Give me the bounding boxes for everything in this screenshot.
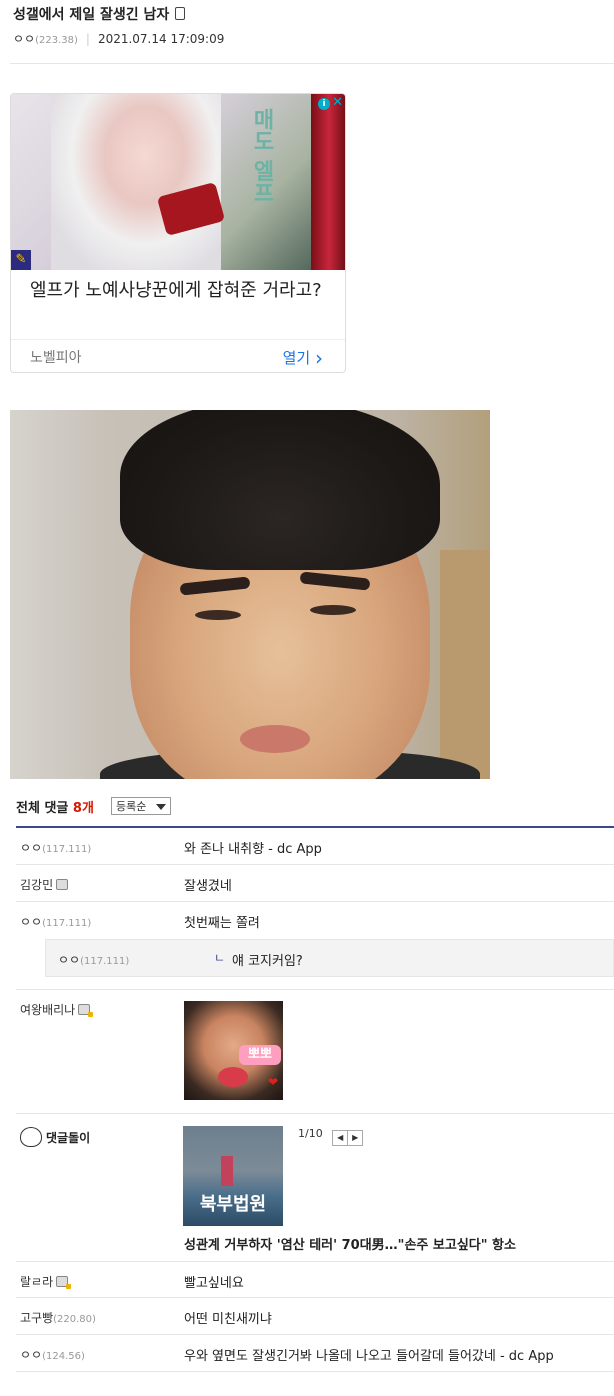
- post-datetime: 2021.07.14 17:09:09: [97, 32, 225, 46]
- comments-label: 전체 댓글: [16, 801, 69, 816]
- sticker-label: 뽀뽀: [239, 1045, 281, 1065]
- comment-bot: 댓글돌이: [20, 1127, 90, 1147]
- comment-text: 첫번째는 쫄려: [184, 916, 260, 931]
- bot-name: 댓글돌이: [46, 1131, 91, 1145]
- comment-nick[interactable]: 랄ㄹ라: [20, 1273, 72, 1290]
- pager-count: 1/10: [298, 1127, 323, 1140]
- news-image-text: 북부법원: [199, 1194, 267, 1215]
- nick-text: 김강민: [20, 878, 54, 892]
- news-image-logo: [221, 1156, 233, 1186]
- comment-row: 랄ㄹ라 빨고싶네요: [16, 1262, 614, 1298]
- ad-headline[interactable]: 엘프가 노예사냥꾼에게 잡혀준 거라고?: [30, 278, 330, 303]
- sticker-lips: [218, 1067, 248, 1087]
- comment-nick[interactable]: ㅇㅇ(117.111): [20, 913, 91, 930]
- ad-app-icon: ✎: [11, 250, 31, 270]
- news-pager: 1/10 ◀ ▶: [298, 1127, 364, 1146]
- info-icon[interactable]: i: [318, 98, 331, 110]
- nick-ip: (117.111): [42, 844, 92, 855]
- nick-text: ㅇㅇ: [20, 915, 43, 929]
- comment-nick[interactable]: 여왕배리나: [20, 1001, 94, 1018]
- comment-row: ㅇㅇ(124.56) 우와 옆면도 잘생긴거봐 나올데 나오고 들어갈데 들어갔…: [16, 1335, 614, 1372]
- comments-count: 8개: [72, 801, 94, 816]
- photo-mouth: [240, 725, 310, 753]
- comment-row: ㅇㅇ(117.111) 첫번째는 쫄려: [16, 902, 614, 938]
- photo-wall: [440, 550, 490, 779]
- ad-open-button[interactable]: 열기 ›: [283, 346, 323, 370]
- meta-divider: |: [85, 32, 90, 46]
- gallog-icon[interactable]: [56, 879, 69, 890]
- comment-row: 여왕배리나: [16, 990, 614, 1114]
- next-icon[interactable]: ▶: [347, 1130, 364, 1146]
- reply-row: ㅇㅇ(117.111) ㄴ 얘 코지커임?: [45, 939, 614, 977]
- post-title-text: 성갤에서 제일 잘생긴 남자: [13, 7, 170, 23]
- ad-ribbon-art: [311, 94, 345, 270]
- comment-row: 김강민 잘생겼네: [16, 865, 614, 902]
- nick-text: 랄ㄹ라: [20, 1275, 54, 1289]
- reply-nick[interactable]: ㅇㅇ(117.111): [58, 951, 129, 968]
- ad-footer: 노벨피아 열기 ›: [11, 339, 345, 372]
- ad-character-art: [51, 94, 221, 270]
- nick-ip: (124.56): [42, 1351, 85, 1362]
- chevron-right-icon: ›: [315, 346, 323, 370]
- reply-text: 얘 코지커임?: [232, 954, 303, 969]
- comment-text: 와 존나 내취향 - dc App: [184, 842, 322, 857]
- post-title: 성갤에서 제일 잘생긴 남자: [13, 4, 186, 24]
- comment-row: ㅇㅇ(117.111) 와 존나 내취향 - dc App: [16, 828, 614, 865]
- header-divider: [10, 63, 614, 64]
- nick-text: 여왕배리나: [20, 1003, 76, 1017]
- nick-ip: (220.80): [53, 1314, 96, 1325]
- ad-image-title: 매도 엘프: [249, 108, 274, 204]
- nick-text: ㅇㅇ: [20, 1348, 43, 1362]
- news-image[interactable]: 북부법원: [183, 1126, 283, 1226]
- close-icon[interactable]: ✕: [332, 95, 343, 110]
- prev-icon[interactable]: ◀: [332, 1130, 349, 1146]
- nick-ip: (117.111): [80, 956, 130, 967]
- comment-text: 잘생겼네: [184, 879, 232, 894]
- nick-text: ㅇㅇ: [58, 953, 81, 967]
- reply-arrow-icon: ㄴ: [214, 951, 226, 965]
- comment-nick[interactable]: 고구빵(220.80): [20, 1309, 96, 1326]
- comment-text: 어떤 미친새끼냐: [184, 1312, 272, 1327]
- comments-header: 전체 댓글 8개: [16, 797, 94, 816]
- photo-hair: [120, 410, 440, 570]
- comment-nick[interactable]: ㅇㅇ(124.56): [20, 1346, 85, 1363]
- sort-label: 등록순: [116, 800, 147, 813]
- bot-face-icon: [20, 1127, 42, 1147]
- mobile-icon: [175, 7, 186, 20]
- author-nick[interactable]: ㅇㅇ: [13, 32, 35, 46]
- ad-choices-badge[interactable]: i ✕: [318, 95, 343, 110]
- photo-eye: [195, 610, 241, 620]
- ad-image[interactable]: 매도 엘프 ✎: [11, 94, 345, 270]
- comment-nick[interactable]: 김강민: [20, 876, 69, 893]
- comment-nick[interactable]: ㅇㅇ(117.111): [20, 839, 91, 856]
- ad-brand[interactable]: 노벨피아: [30, 347, 82, 367]
- nick-text: ㅇㅇ: [20, 841, 43, 855]
- gallog-icon[interactable]: [78, 1004, 94, 1017]
- comment-text: 빨고싶네요: [184, 1276, 244, 1291]
- comment-row: 고구빵(220.80) 어떤 미친새끼냐: [16, 1298, 614, 1335]
- heart-icon: ❤: [268, 1075, 279, 1089]
- post-meta: ㅇㅇ(223.38) | 2021.07.14 17:09:09: [13, 30, 224, 47]
- nick-text: 고구빵: [20, 1311, 54, 1325]
- post-image[interactable]: [10, 410, 490, 779]
- comment-text: 우와 옆면도 잘생긴거봐 나올데 나오고 들어갈데 들어갔네 - dc App: [184, 1349, 554, 1364]
- gallog-icon[interactable]: [56, 1276, 72, 1289]
- chevron-down-icon: [156, 804, 166, 810]
- ad-open-label: 열기: [282, 349, 311, 367]
- dccon-sticker[interactable]: 뽀뽀 ❤: [184, 1001, 283, 1100]
- sort-select[interactable]: 등록순: [111, 797, 171, 815]
- author-ip: (223.38): [35, 35, 78, 46]
- nick-ip: (117.111): [42, 918, 92, 929]
- ad-card[interactable]: 매도 엘프 ✎ i ✕ 엘프가 노예사냥꾼에게 잡혀준 거라고? 노벨피아 열기 …: [10, 93, 346, 373]
- photo-eye: [310, 605, 356, 615]
- news-title[interactable]: 성관계 거부하자 '염산 테러' 70대男…"손주 보고싶다" 항소: [184, 1234, 516, 1253]
